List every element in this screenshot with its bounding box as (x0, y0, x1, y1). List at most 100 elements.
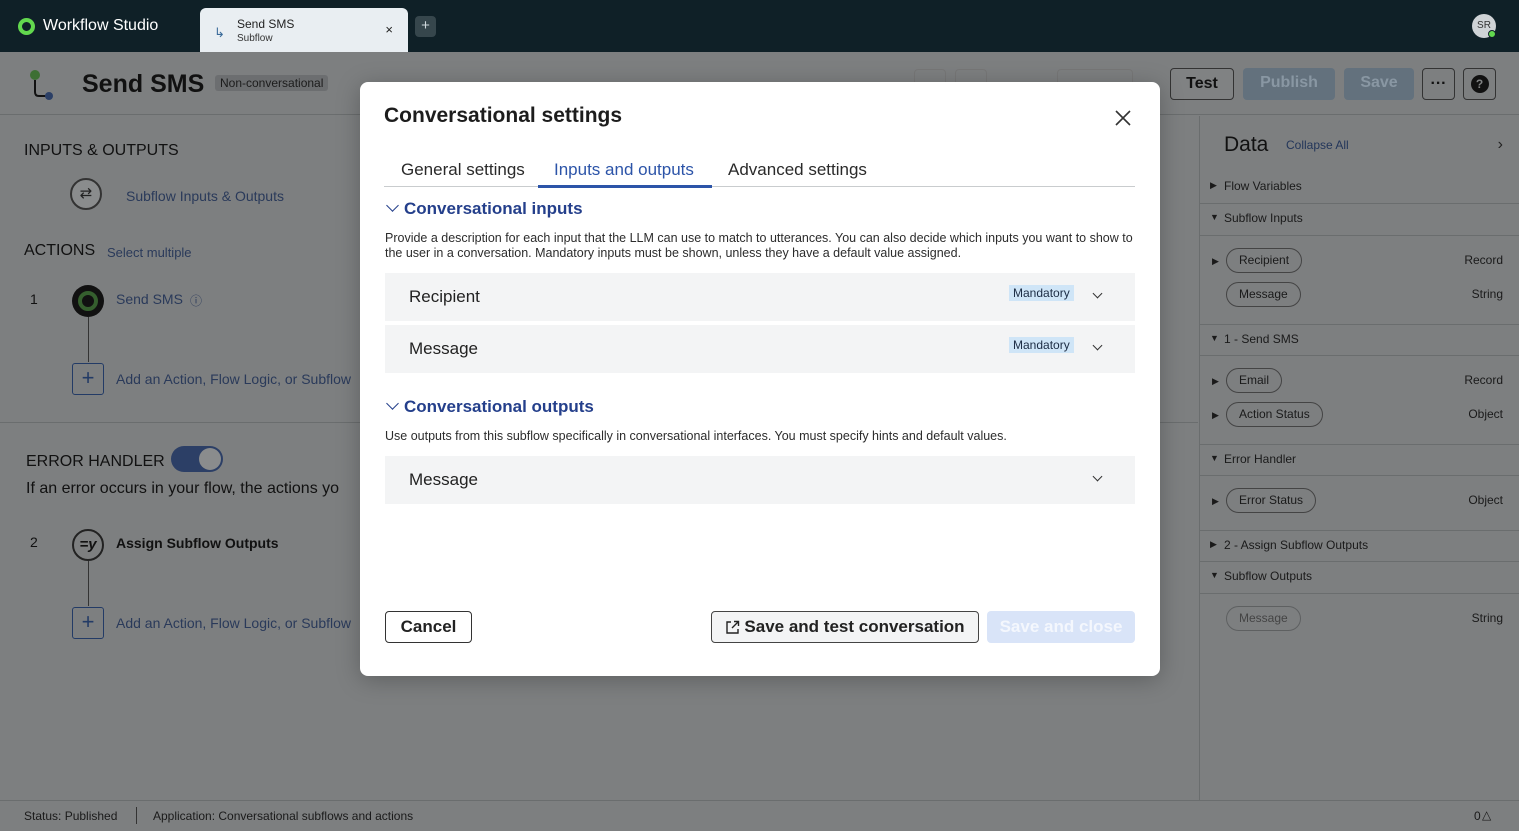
step-number: 2 (30, 534, 38, 550)
data-pill-error-status[interactable]: Error Status (1226, 488, 1317, 513)
status-divider (136, 807, 137, 824)
data-type: Record (1464, 373, 1503, 387)
select-multiple-link[interactable]: Select multiple (107, 245, 192, 260)
tab-inputs-and-outputs[interactable]: Inputs and outputs (554, 160, 694, 180)
status-bar: Status: Published Application: Conversat… (0, 800, 1519, 831)
step-number: 1 (30, 291, 38, 307)
tab-send-sms[interactable]: ↳ Send SMS Subflow × (200, 8, 408, 52)
notification-count[interactable]: 0 (1474, 809, 1481, 823)
data-pill-message-output[interactable]: Message (1226, 606, 1301, 631)
input-label: Recipient (409, 287, 480, 306)
flow-icon (30, 70, 53, 100)
mandatory-badge: Mandatory (1009, 337, 1074, 353)
top-bar: Workflow Studio ↳ Send SMS Subflow × + S… (0, 0, 1519, 52)
data-type: String (1471, 287, 1503, 301)
chevron-down-icon[interactable] (1092, 288, 1103, 299)
tab-general-settings[interactable]: General settings (401, 160, 525, 180)
presence-dot (1488, 30, 1496, 38)
tab-title: Send SMS (237, 17, 295, 31)
data-panel: Data Collapse All › ▶ Flow Variables ▼ Sub… (1199, 116, 1519, 800)
cancel-button[interactable]: Cancel (385, 611, 472, 643)
input-row-recipient[interactable]: Recipient Mandatory (385, 273, 1135, 321)
caret-right-icon[interactable]: ▶ (1212, 496, 1219, 507)
info-icon[interactable]: ⓘ (190, 292, 202, 309)
add-tab-button[interactable]: + (415, 16, 436, 37)
save-and-test-button[interactable]: Save and test conversation (711, 611, 979, 643)
data-type: String (1471, 611, 1503, 625)
connector-line (88, 317, 89, 362)
outputs-description: Use outputs from this subflow specifical… (385, 429, 1007, 443)
more-options-button[interactable]: ··· (1422, 68, 1455, 100)
output-row-message[interactable]: Message (385, 456, 1135, 504)
send-sms-step-icon (72, 285, 104, 317)
caret-down-icon: ▼ (1210, 212, 1219, 222)
chevron-right-icon[interactable]: › (1498, 136, 1503, 154)
caret-right-icon[interactable]: ▶ (1212, 376, 1219, 387)
flow-title: Send SMS (82, 70, 205, 98)
add-action-button[interactable]: + (72, 607, 104, 639)
caret-down-icon: ▼ (1210, 453, 1219, 463)
error-handler-toggle[interactable] (171, 446, 223, 472)
input-label: Message (409, 339, 478, 358)
data-pill-email[interactable]: Email (1226, 368, 1283, 393)
data-pill-recipient[interactable]: Recipient (1226, 248, 1303, 273)
data-type: Record (1464, 253, 1503, 267)
tab-subtitle: Subflow (237, 33, 273, 44)
caret-right-icon[interactable]: ▶ (1212, 410, 1219, 421)
chevron-down-icon[interactable] (1092, 340, 1103, 351)
collapse-all-link[interactable]: Collapse All (1286, 138, 1349, 152)
actions-title: ACTIONS (24, 242, 96, 259)
publish-button[interactable]: Publish (1243, 68, 1335, 100)
data-type: Object (1468, 407, 1503, 421)
save-button[interactable]: Save (1344, 68, 1414, 100)
tab-advanced-settings[interactable]: Advanced settings (728, 160, 867, 180)
test-button[interactable]: Test (1170, 68, 1234, 100)
status-text: Status: Published (24, 809, 118, 823)
app-name: Workflow Studio (43, 17, 159, 34)
help-button[interactable]: ? (1463, 68, 1496, 100)
subflow-io-link[interactable]: Subflow Inputs & Outputs (126, 188, 284, 204)
close-icon[interactable] (1113, 108, 1133, 128)
warning-icon[interactable]: △ (1482, 808, 1491, 822)
data-pill-message[interactable]: Message (1226, 282, 1301, 307)
data-section-subflow-outputs[interactable]: ▼ Subflow Outputs (1200, 562, 1519, 594)
chevron-down-icon[interactable] (1092, 471, 1103, 482)
tab-close-icon[interactable]: × (385, 22, 393, 37)
conversational-badge: Non-conversational (215, 75, 329, 91)
data-section-assign[interactable]: ▶ 2 - Assign Subflow Outputs (1200, 530, 1519, 562)
app-logo-icon (18, 17, 35, 35)
mandatory-badge: Mandatory (1009, 285, 1074, 301)
modal-title: Conversational settings (384, 104, 623, 127)
chevron-down-icon (386, 199, 399, 212)
add-action-link[interactable]: Add an Action, Flow Logic, or Subflow (116, 615, 351, 631)
data-section-flow-variables[interactable]: ▶ Flow Variables (1200, 172, 1519, 204)
output-label: Message (409, 470, 478, 489)
caret-right-icon[interactable]: ▶ (1212, 256, 1219, 267)
save-and-close-button[interactable]: Save and close (987, 611, 1135, 643)
data-section-error-handler[interactable]: ▼ Error Handler (1200, 444, 1519, 476)
swap-icon: ⇄ (70, 178, 102, 210)
caret-down-icon: ▼ (1210, 570, 1219, 580)
active-tab-indicator (538, 185, 712, 188)
conversational-settings-modal: Conversational settings General settings… (360, 82, 1160, 676)
inputs-description: Provide a description for each input tha… (385, 231, 1133, 260)
add-action-link[interactable]: Add an Action, Flow Logic, or Subflow (116, 371, 351, 387)
caret-right-icon: ▶ (1210, 539, 1217, 549)
conversational-outputs-heading[interactable]: Conversational outputs (384, 397, 594, 417)
brand[interactable]: Workflow Studio (18, 17, 158, 35)
external-link-icon (726, 620, 740, 634)
error-handler-description: If an error occurs in your flow, the act… (26, 480, 340, 497)
assign-outputs-step[interactable]: Assign Subflow Outputs (116, 535, 279, 551)
add-action-button[interactable]: + (72, 363, 104, 395)
subflow-icon: ↳ (214, 25, 225, 40)
inputs-outputs-title: INPUTS & OUTPUTS (24, 142, 179, 159)
conversational-inputs-heading[interactable]: Conversational inputs (384, 199, 583, 219)
data-pill-action-status[interactable]: Action Status (1226, 402, 1323, 427)
data-type: Object (1468, 493, 1503, 507)
input-row-message[interactable]: Message Mandatory (385, 325, 1135, 373)
data-section-send-sms[interactable]: ▼ 1 - Send SMS (1200, 324, 1519, 356)
send-sms-step-link[interactable]: Send SMS (116, 291, 183, 307)
data-section-subflow-inputs[interactable]: ▼ Subflow Inputs (1200, 204, 1519, 236)
help-icon: ? (1470, 75, 1489, 93)
error-handler-title: ERROR HANDLER (26, 453, 165, 470)
